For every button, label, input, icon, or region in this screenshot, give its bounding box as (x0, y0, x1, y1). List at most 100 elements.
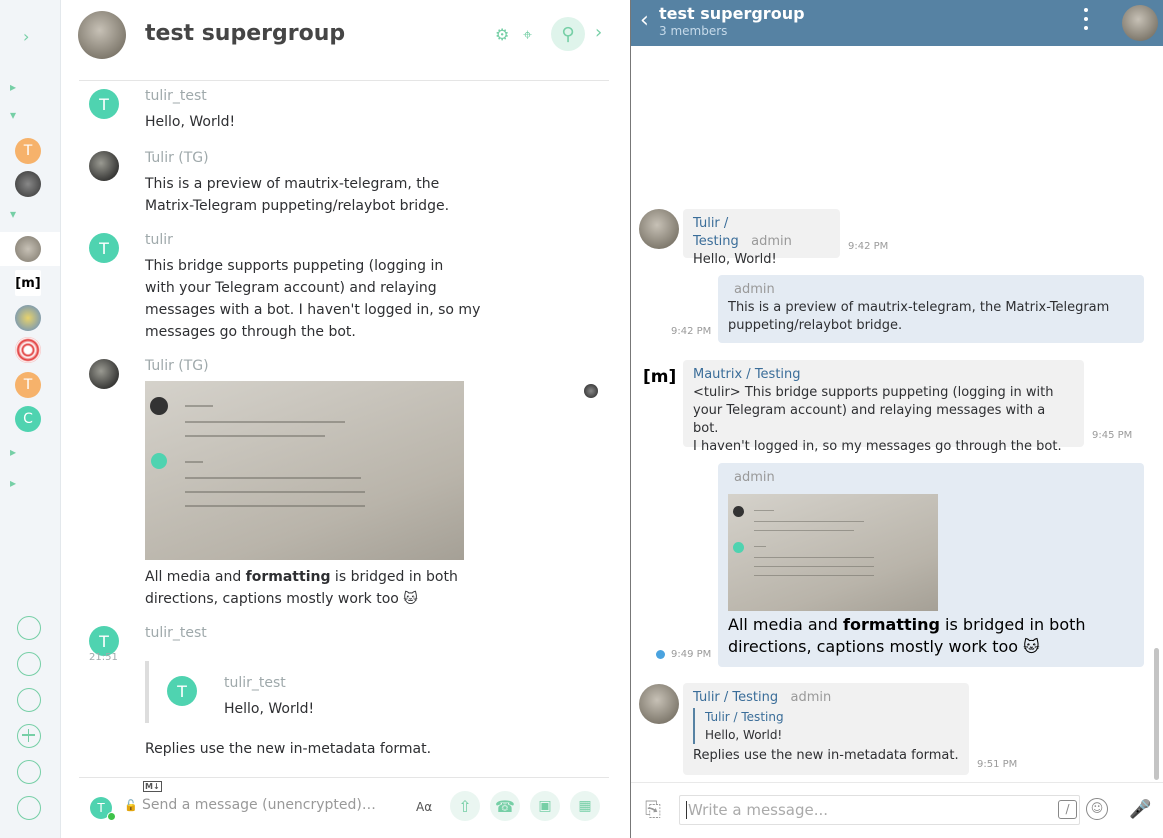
room-settings-gear-icon[interactable]: ⚙ (495, 25, 509, 44)
sender-avatar[interactable]: T (89, 89, 119, 119)
voice-call-icon[interactable]: ☎ (490, 791, 520, 821)
riot-pane: test supergroup ⚙ ⌖ ⚲ › T tulir_test Hel… (61, 0, 631, 838)
chevron-right-icon[interactable]: ▸ (10, 445, 16, 459)
sender-avatar-photo[interactable] (89, 359, 119, 389)
media-image[interactable] (145, 381, 464, 560)
member-count[interactable]: 3 members (659, 24, 727, 38)
groups-icon[interactable] (17, 760, 41, 784)
composer-divider (79, 777, 609, 778)
commands-slash-icon[interactable]: / (1058, 800, 1077, 819)
quoted-sender-name[interactable]: tulir_test (224, 675, 286, 691)
sender-name[interactable]: Mautrix / Testing (693, 366, 1074, 384)
create-room-icon[interactable] (17, 724, 41, 748)
room-header-avatar[interactable] (78, 11, 126, 59)
message-input-placeholder: Write a message... (688, 801, 829, 819)
dm-avatar[interactable]: T (15, 138, 41, 164)
reply-quote[interactable]: Tulir / Testing Hello, World! (693, 708, 959, 744)
people-icon[interactable] (17, 652, 41, 676)
room-avatar-target[interactable] (15, 337, 41, 363)
sender-avatar[interactable] (639, 209, 679, 249)
message-text: This is a preview of mautrix-telegram, t… (728, 300, 1110, 315)
chevron-down-icon[interactable]: ▾ (10, 108, 16, 122)
room-avatar-globe[interactable] (15, 305, 41, 331)
apps-icon[interactable]: ▦ (570, 791, 600, 821)
chat-avatar[interactable] (1122, 5, 1158, 41)
chevron-down-icon[interactable]: ▾ (10, 207, 16, 221)
message-bubble: Mautrix / Testing <tulir> This bridge su… (683, 360, 1084, 454)
room-title[interactable]: test supergroup (145, 21, 345, 46)
message-text: <tulir> This bridge supports puppeting (… (693, 385, 1054, 400)
home-icon[interactable] (17, 616, 41, 640)
unencrypted-lock-icon: 🔓 (124, 799, 138, 812)
sender-avatar[interactable]: T (89, 233, 119, 263)
media-image[interactable] (728, 494, 938, 611)
back-arrow-icon[interactable]: ‹ (640, 8, 649, 33)
sender-name[interactable]: tulir_test (145, 625, 207, 641)
matrix-avatar[interactable]: [m] (643, 367, 676, 395)
markdown-badge[interactable]: M↓ (143, 781, 162, 792)
reply-sender: Tulir / Testing (705, 710, 784, 724)
chevron-right-icon[interactable]: ▸ (10, 80, 16, 94)
sender-name[interactable]: Tulir / Testing (693, 690, 778, 705)
message-time: 9:42 PM (671, 326, 712, 337)
admin-badge: admin (734, 282, 775, 297)
sender-name[interactable]: tulir_test (145, 88, 207, 104)
message-text: This is a preview of mautrix-telegram, t… (145, 176, 450, 214)
media-caption: All media and formatting is bridged in b… (728, 615, 1086, 656)
quoted-text: Hello, World! (224, 701, 315, 717)
message-text: This bridge supports puppeting (logging … (145, 258, 481, 340)
message-text: Replies use the new in-metadata format. (145, 741, 432, 757)
reply-quote-bar (145, 661, 149, 723)
search-icon[interactable]: ⚲ (551, 17, 585, 51)
message-bubble: Tulir / Testing admin Hello, World! (683, 209, 840, 267)
sender-name[interactable]: Tulir / Testing (693, 216, 739, 249)
message-text: your Telegram account) and relaying mess… (693, 403, 1046, 436)
scrollbar[interactable] (1154, 648, 1159, 780)
read-receipt-avatar[interactable] (584, 384, 598, 398)
settings-icon[interactable] (17, 796, 41, 820)
pin-icon[interactable]: ⌖ (523, 25, 532, 45)
sender-name[interactable]: tulir (145, 232, 173, 248)
room-list-strip: › ▸ ▾ T ▾ [m] T C ▸ ▸ (0, 0, 61, 838)
room-avatar[interactable]: T (15, 372, 41, 398)
sender-avatar[interactable] (639, 684, 679, 724)
microphone-icon[interactable]: 🎤 (1129, 799, 1151, 820)
message-time: 9:51 PM (977, 759, 1018, 770)
message-timestamp: 21:51 (89, 652, 118, 663)
presence-dot (107, 812, 116, 821)
room-avatar[interactable]: C (15, 406, 41, 432)
chevron-right-icon[interactable]: ▸ (10, 476, 16, 490)
message-bubble: admin This is a preview of mautrix-teleg… (718, 275, 1144, 343)
sender-name[interactable]: Tulir (TG) (145, 150, 209, 166)
message-time: 9:45 PM (1092, 430, 1133, 441)
message-input[interactable]: Send a message (unencrypted)… (142, 797, 376, 813)
dm-avatar-photo[interactable] (15, 171, 41, 197)
room-avatar-matrix[interactable]: [m] (15, 270, 41, 296)
message-input[interactable]: Write a message... (679, 795, 1080, 825)
message-text: puppeting/relaybot bridge. (728, 318, 903, 333)
sender-name[interactable]: Tulir (TG) (145, 358, 209, 374)
message-text: Hello, World! (145, 114, 236, 130)
message-text: Replies use the new in-metadata format. (693, 748, 959, 763)
quoted-sender-avatar[interactable]: T (167, 676, 197, 706)
message-time: 9:42 PM (848, 241, 889, 252)
message-time: 9:49 PM (671, 649, 712, 660)
right-panel-chevron-icon[interactable]: › (595, 22, 602, 43)
chat-title[interactable]: test supergroup (659, 4, 805, 23)
emoji-icon[interactable]: ☺ (1086, 798, 1108, 820)
video-call-icon[interactable]: ▣ (530, 791, 560, 821)
telegram-header: ‹ test supergroup 3 members (631, 0, 1163, 46)
sending-status-dot (656, 650, 665, 659)
more-menu-icon[interactable] (1084, 8, 1088, 38)
admin-badge: admin (751, 234, 792, 249)
attach-paperclip-icon[interactable]: ⎘ (645, 797, 661, 821)
expand-chevron-icon[interactable]: › (23, 27, 29, 46)
admin-badge: admin (734, 470, 775, 485)
header-divider (79, 80, 609, 81)
room-avatar-test-supergroup[interactable] (15, 236, 41, 262)
room-directory-icon[interactable] (17, 688, 41, 712)
reply-text: Hello, World! (705, 728, 783, 742)
upload-icon[interactable]: ⇧ (450, 791, 480, 821)
format-icon[interactable]: Aα (416, 800, 432, 814)
sender-avatar-photo[interactable] (89, 151, 119, 181)
